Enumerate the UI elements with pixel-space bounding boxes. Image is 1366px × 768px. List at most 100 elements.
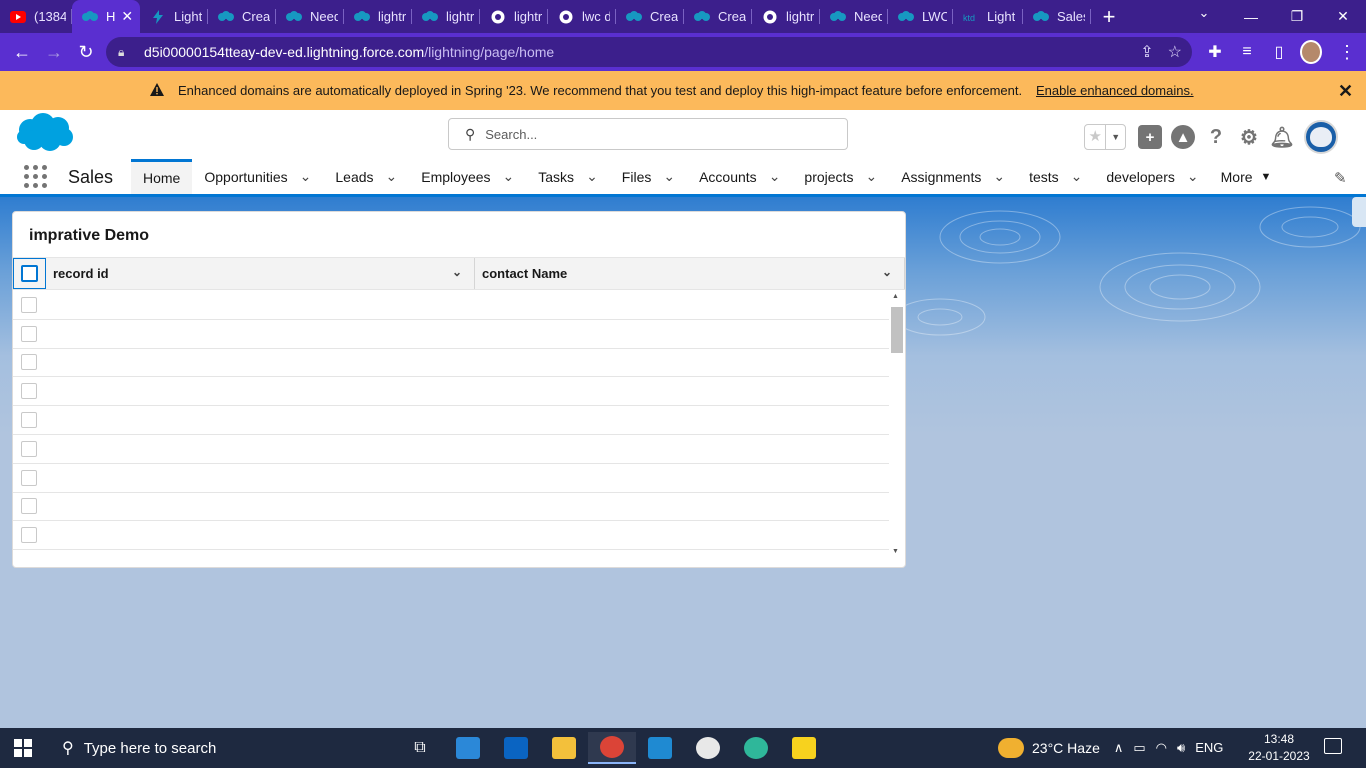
chevron-down-icon[interactable]: ⌄: [1187, 168, 1199, 185]
banner-close-icon[interactable]: ✕: [1338, 81, 1353, 102]
weather-text[interactable]: 23°C Haze: [1032, 740, 1100, 756]
microsoft-store-icon[interactable]: [444, 732, 492, 764]
taskbar-clock[interactable]: 13:48 22-01-2023: [1248, 731, 1310, 765]
global-search-input[interactable]: ⚲ Search...: [448, 118, 848, 150]
browser-tab[interactable]: lightr: [480, 0, 548, 33]
browser-tab[interactable]: lightr: [412, 0, 480, 33]
nav-item-tasks[interactable]: Tasks ⌄: [526, 159, 610, 194]
column-header-contact-name[interactable]: contact Name ⌄: [475, 258, 905, 289]
app-launcher-icon[interactable]: [24, 165, 48, 189]
chevron-down-icon[interactable]: ⌄: [865, 168, 877, 185]
forward-button[interactable]: →: [38, 36, 70, 68]
nav-item-accounts[interactable]: Accounts ⌄: [687, 159, 792, 194]
browser-menu-icon[interactable]: ⋮: [1336, 42, 1358, 63]
back-button[interactable]: ←: [6, 36, 38, 68]
chevron-down-icon[interactable]: ⌄: [663, 168, 675, 185]
table-scrollbar[interactable]: ▲ ▼: [889, 291, 905, 555]
nav-item-files[interactable]: Files ⌄: [610, 159, 687, 194]
chevron-down-icon[interactable]: ⌄: [503, 168, 515, 185]
minimize-icon[interactable]: —: [1228, 9, 1274, 25]
scroll-down-arrow-icon[interactable]: ▼: [892, 548, 899, 555]
volume-icon[interactable]: 🔊︎: [1177, 740, 1185, 756]
tab-close-icon[interactable]: ✕: [121, 8, 133, 25]
nav-item-tests[interactable]: tests ⌄: [1017, 159, 1094, 194]
browser-tab[interactable]: Need: [820, 0, 888, 33]
global-actions-plus-icon[interactable]: +: [1138, 125, 1162, 149]
reload-button[interactable]: ↻: [70, 36, 102, 68]
salesforce-logo[interactable]: [16, 112, 74, 154]
vscode-icon[interactable]: [636, 732, 684, 764]
new-tab-button[interactable]: +: [1091, 0, 1127, 33]
browser-tab[interactable]: H ✕: [72, 0, 140, 33]
sticky-notes-icon[interactable]: [780, 732, 828, 764]
nav-item-developers[interactable]: developers ⌄: [1094, 159, 1210, 194]
chrome-icon[interactable]: [588, 732, 636, 764]
favorite-star-icon[interactable]: ★: [1085, 125, 1107, 149]
reading-list-icon[interactable]: ≡: [1236, 43, 1258, 61]
browser-tab[interactable]: ktd Light: [953, 0, 1023, 33]
select-all-checkbox[interactable]: [21, 265, 38, 282]
row-select-checkbox[interactable]: [21, 354, 37, 371]
favorites-list-chevron-icon[interactable]: ▼: [1106, 125, 1125, 149]
scroll-thumb[interactable]: [891, 307, 903, 353]
browser-tab[interactable]: lwc d: [548, 0, 616, 33]
enable-enhanced-domains-link[interactable]: Enable enhanced domains.: [1036, 83, 1194, 98]
browser-tab[interactable]: Need: [276, 0, 344, 33]
row-select-checkbox[interactable]: [21, 440, 37, 457]
nav-item-opportunities[interactable]: Opportunities ⌄: [192, 159, 323, 194]
language-indicator[interactable]: ENG: [1195, 740, 1223, 756]
trailhead-guidance-icon[interactable]: ▲: [1171, 125, 1195, 149]
battery-icon[interactable]: ▭: [1133, 740, 1145, 756]
row-select-checkbox[interactable]: [21, 527, 37, 544]
chevron-down-icon[interactable]: ⌄: [300, 168, 312, 185]
task-view-icon[interactable]: ⧉: [396, 732, 444, 764]
chevron-down-icon[interactable]: ⌄: [769, 168, 781, 185]
edge-icon[interactable]: [732, 732, 780, 764]
nav-item-assignments[interactable]: Assignments ⌄: [889, 159, 1017, 194]
mail-icon[interactable]: [492, 732, 540, 764]
window-close-icon[interactable]: ✕: [1320, 8, 1366, 25]
file-explorer-icon[interactable]: [540, 732, 588, 764]
browser-tab[interactable]: (1384: [0, 0, 72, 33]
column-menu-chevron-icon[interactable]: ⌄: [882, 265, 892, 279]
share-icon[interactable]: ⇪: [1140, 42, 1153, 62]
nav-more-menu[interactable]: More ▼: [1211, 159, 1282, 194]
chevron-down-icon[interactable]: ⌄: [586, 168, 598, 185]
browser-tab[interactable]: Creat: [616, 0, 684, 33]
side-panel-icon[interactable]: ▯: [1268, 42, 1290, 62]
row-select-checkbox[interactable]: [21, 325, 37, 342]
browser-tab[interactable]: lightr: [752, 0, 820, 33]
column-menu-chevron-icon[interactable]: ⌄: [452, 265, 462, 279]
setup-gear-icon[interactable]: ⚙: [1237, 125, 1261, 149]
row-select-checkbox[interactable]: [21, 469, 37, 486]
browser-tab[interactable]: Light: [140, 0, 208, 33]
address-bar[interactable]: 🔒︎ d5i00000154tteay-dev-ed.lightning.for…: [106, 37, 1192, 67]
taskbar-search-box[interactable]: ⚲ Type here to search: [48, 728, 308, 768]
action-center-icon[interactable]: [1324, 738, 1342, 754]
browser-tab[interactable]: lightr: [344, 0, 412, 33]
wifi-icon[interactable]: ◠: [1156, 740, 1167, 756]
browser-tab[interactable]: LWC: [888, 0, 953, 33]
chevron-down-icon[interactable]: ⌄: [1071, 168, 1083, 185]
chevron-down-icon[interactable]: ⌄: [386, 168, 398, 185]
bookmark-star-icon[interactable]: ☆: [1168, 42, 1182, 62]
chevron-down-icon[interactable]: ⌄: [993, 168, 1005, 185]
nav-item-home[interactable]: Home: [131, 159, 193, 194]
browser-tab[interactable]: Creat: [684, 0, 752, 33]
tab-search-chevron-icon[interactable]: ⌄: [1192, 5, 1216, 27]
show-hidden-chevron-icon[interactable]: ∧: [1114, 740, 1124, 756]
extensions-puzzle-icon[interactable]: ✚: [1204, 42, 1226, 62]
notifications-bell-icon[interactable]: 🔔︎: [1269, 125, 1294, 149]
row-select-checkbox[interactable]: [21, 296, 37, 313]
nav-item-leads[interactable]: Leads ⌄: [323, 159, 409, 194]
windows-start-icon[interactable]: [14, 739, 32, 757]
profile-avatar[interactable]: [1300, 40, 1322, 64]
restore-icon[interactable]: ❐: [1274, 8, 1320, 25]
browser-tab[interactable]: Sales: [1023, 0, 1091, 33]
utility-panel-handle[interactable]: [1352, 197, 1366, 227]
nav-item-employees[interactable]: Employees ⌄: [409, 159, 526, 194]
scroll-up-arrow-icon[interactable]: ▲: [892, 293, 899, 300]
row-select-checkbox[interactable]: [21, 498, 37, 515]
column-header-record-id[interactable]: record id ⌄: [46, 258, 475, 289]
weather-haze-icon[interactable]: [998, 738, 1024, 758]
